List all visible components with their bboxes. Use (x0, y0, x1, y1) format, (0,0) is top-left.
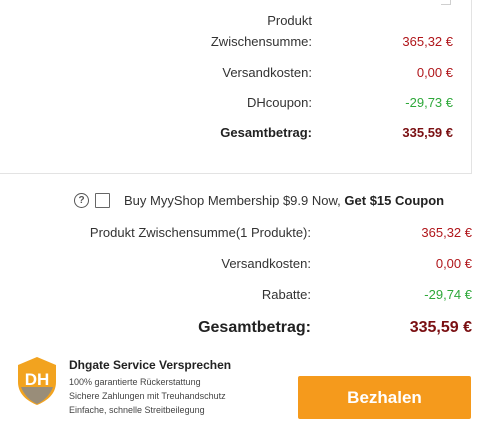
top-subtotal-label: Zwischensumme: (210, 34, 312, 49)
service-promise-title: Dhgate Service Versprechen (69, 358, 232, 372)
top-total-value: 335,59 € (402, 125, 453, 140)
help-icon[interactable]: ? (74, 193, 89, 208)
total-value: 335,59 € (409, 319, 472, 336)
shield-logo-text: DH (25, 370, 50, 389)
subtotal-label: Produkt Zwischensumme(1 Produkte): (89, 225, 311, 240)
subtotal-value: 365,32 € (421, 225, 472, 240)
top-subtotal-value: 365,32 € (402, 34, 453, 49)
card-corner-decoration (441, 0, 451, 5)
top-shipping-label: Versandkosten: (222, 65, 312, 80)
membership-offer: Buy MyyShop Membership $9.9 Now, Get $15… (124, 193, 444, 209)
top-coupon-value: -29,73 € (405, 95, 453, 110)
pay-button[interactable]: Bezhalen (298, 376, 471, 419)
shipping-label: Versandkosten: (221, 256, 311, 271)
membership-coupon-text: Get $15 Coupon (344, 193, 445, 208)
total-label: Gesamtbetrag: (198, 319, 311, 336)
membership-text: Buy MyyShop Membership $9.9 Now, (124, 193, 341, 208)
discount-value: -29,74 € (424, 287, 472, 302)
shipping-value: 0,00 € (435, 256, 472, 271)
top-coupon-label: DHcoupon: (246, 95, 312, 110)
service-promise-item: Sichere Zahlungen mit Treuhandschutz (69, 391, 226, 401)
top-total-label: Gesamtbetrag: (220, 125, 312, 140)
top-subtotal-label-line1: Produkt (267, 13, 312, 28)
service-promise-item: 100% garantierte Rückerstattung (69, 377, 201, 387)
service-promise-item: Einfache, schnelle Streitbeilegung (69, 405, 205, 415)
membership-checkbox[interactable] (95, 193, 110, 208)
order-summary-card (0, 0, 472, 174)
top-shipping-value: 0,00 € (416, 65, 453, 80)
discount-label: Rabatte: (261, 287, 311, 302)
dhgate-shield-icon: DH (18, 357, 56, 405)
